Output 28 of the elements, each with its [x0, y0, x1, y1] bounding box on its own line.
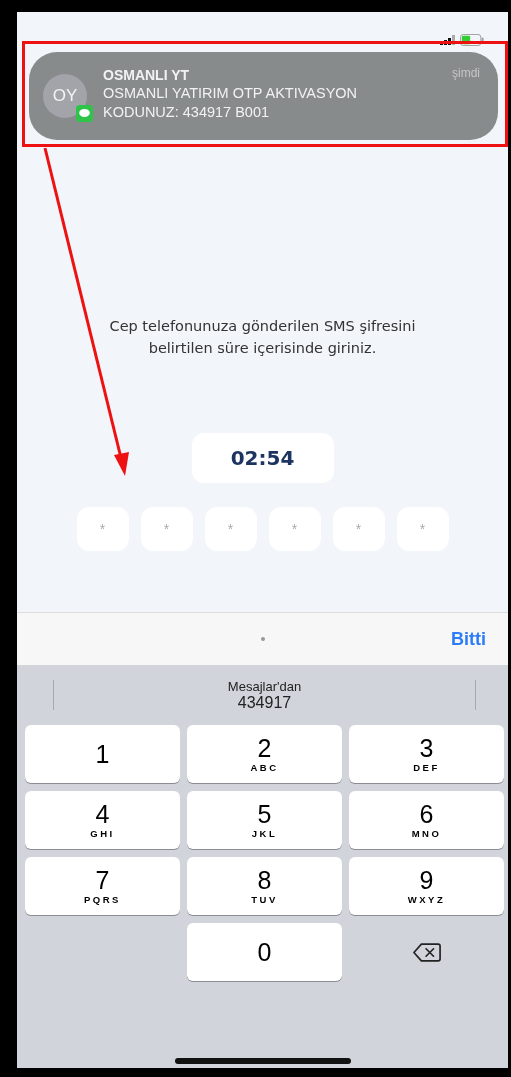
code-digit-field[interactable]: *	[76, 507, 129, 551]
messages-app-icon	[76, 105, 93, 122]
notification-sender: OSMANLI YT	[103, 66, 191, 84]
code-digit-field[interactable]: *	[396, 507, 449, 551]
digit-key[interactable]: 2 ABC	[187, 725, 342, 783]
code-digit-field[interactable]: *	[140, 507, 193, 551]
instruction-text: Cep telefonunuza gönderilen SMS şifresini belirtilen süre içerisinde giriniz.	[108, 317, 417, 358]
notification-time: şimdi	[452, 66, 480, 80]
autofill-suggestion[interactable]: Mesajlar'dan 434917	[227, 678, 302, 712]
digit-key[interactable]: 8 TUV	[187, 857, 342, 915]
signal-icon	[440, 35, 456, 45]
digit-key[interactable]: 5 JKL	[187, 791, 342, 849]
digit-key[interactable]: 6 MNO	[349, 791, 504, 849]
digit-key[interactable]: 7 PQRS	[25, 857, 180, 915]
dot-icon	[260, 637, 265, 641]
digit-key[interactable]: 4 GHI	[25, 791, 180, 849]
battery-icon	[460, 34, 484, 46]
done-button[interactable]: Bitti	[451, 628, 486, 650]
notification-message: OSMANLI YATIRIM OTP AKTIVASYON KODUNUZ: 434917 B001	[103, 84, 359, 122]
code-digit-field[interactable]: *	[332, 507, 385, 551]
digit-key[interactable]: 3 DEF	[349, 725, 504, 783]
code-digit-field[interactable]: *	[268, 507, 321, 551]
digit-key[interactable]: 9 WXYZ	[349, 857, 504, 915]
backspace-icon[interactable]	[412, 941, 441, 963]
digit-key[interactable]: 0	[187, 923, 342, 981]
digit-key[interactable]: 1	[25, 725, 180, 783]
countdown-timer: 02:54	[191, 433, 334, 483]
code-digit-field[interactable]: *	[204, 507, 257, 551]
